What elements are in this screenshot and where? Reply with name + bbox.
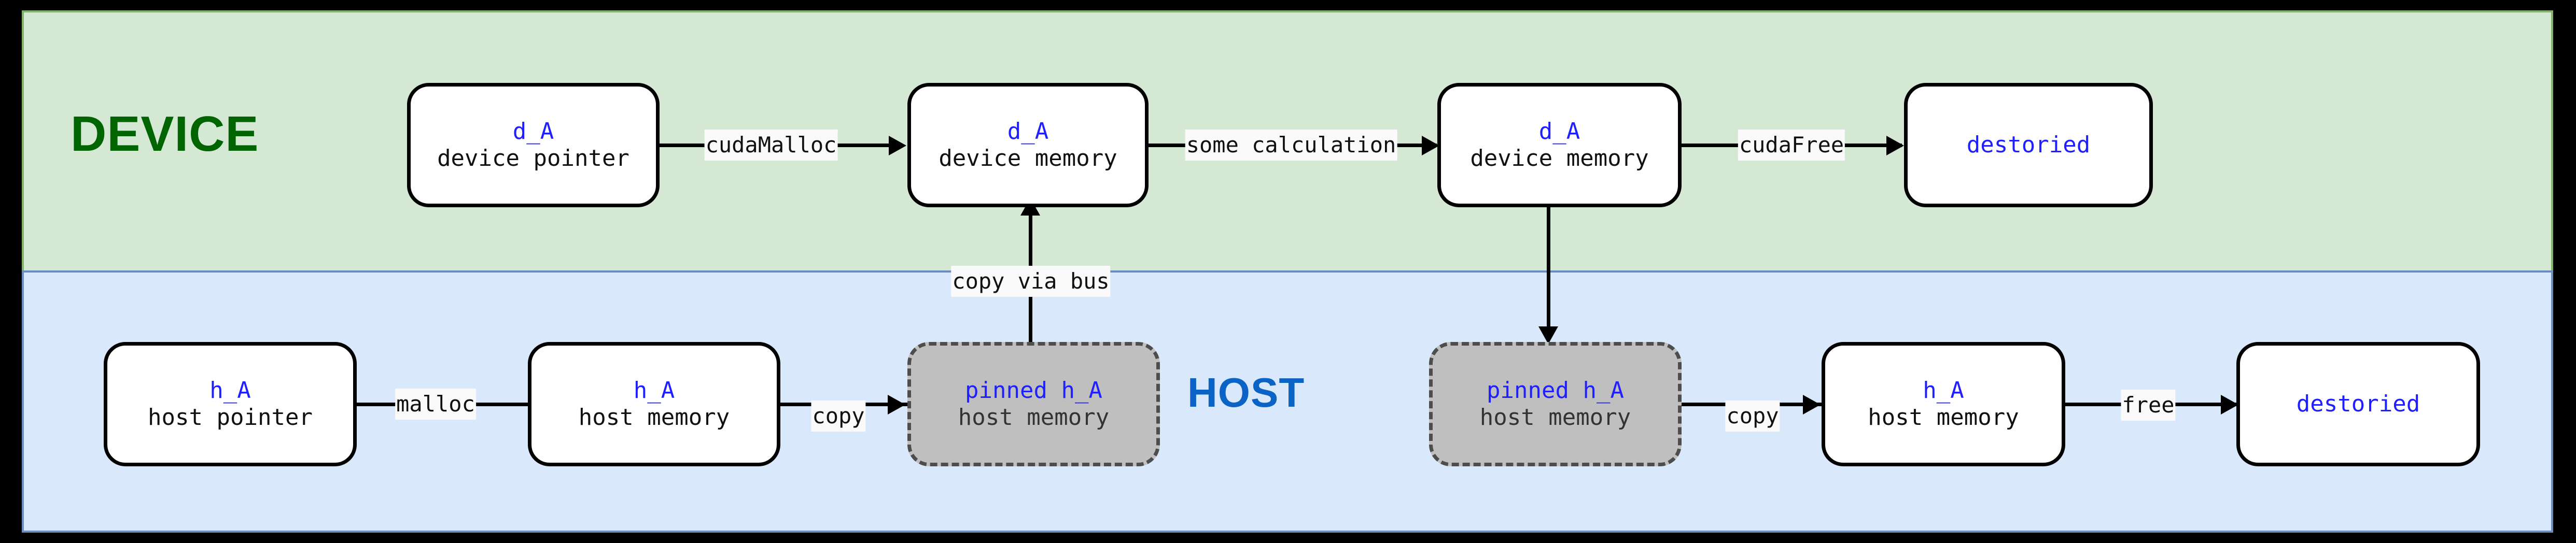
edge-cudafree-arrowhead [1886, 136, 1904, 155]
edge-label-cudafree: cudaFree [1738, 129, 1845, 161]
edge-label-copy-via-bus: copy via bus [951, 265, 1111, 297]
edge-some-calculation-arrowhead [1422, 136, 1439, 155]
edge-label-copy-to-pinned: copy [811, 400, 866, 432]
node-description-label: host memory [958, 404, 1110, 431]
device-cluster-title: DEVICE [71, 106, 259, 162]
edge-label-free: free [2121, 389, 2176, 421]
node-device-memory-1[interactable]: d_A device memory [907, 83, 1149, 207]
node-variable-label: h_A [209, 377, 251, 404]
node-description-label: host memory [578, 404, 730, 431]
node-variable-label: h_A [633, 377, 675, 404]
node-host-memory-2[interactable]: h_A host memory [1822, 342, 2065, 466]
node-device-memory-2[interactable]: d_A device memory [1437, 83, 1682, 207]
node-variable-label: pinned h_A [965, 377, 1102, 404]
node-variable-label: pinned h_A [1487, 377, 1624, 404]
node-host-memory-1[interactable]: h_A host memory [528, 342, 780, 466]
edge-device-to-pinned-line [1547, 206, 1550, 331]
node-variable-label: d_A [1538, 118, 1580, 145]
node-description-label: host pointer [148, 404, 313, 431]
edge-copy-to-pinned-arrowhead [888, 395, 905, 415]
diagram-canvas: DEVICE HOST d_A device pointer d_A devic… [0, 0, 2576, 543]
node-description-label: device memory [939, 145, 1117, 172]
edge-copy-from-pinned-arrowhead [1803, 395, 1821, 415]
edge-label-copy-from-pinned: copy [1725, 400, 1780, 432]
node-variable-label: d_A [512, 118, 554, 145]
edge-cudamalloc-arrowhead [889, 136, 906, 155]
node-host-destroyed[interactable]: destoried [2236, 342, 2480, 466]
node-pinned-host-memory-1[interactable]: pinned h_A host memory [907, 342, 1160, 466]
node-description-label: host memory [1479, 404, 1631, 431]
edge-device-to-pinned-arrowhead [1538, 326, 1558, 344]
node-variable-label: destoried [1966, 132, 2091, 159]
node-pinned-host-memory-2[interactable]: pinned h_A host memory [1429, 342, 1682, 466]
node-variable-label: destoried [2296, 391, 2420, 418]
edge-label-cudamalloc: cudaMalloc [704, 129, 838, 161]
node-description-label: device pointer [437, 145, 629, 172]
node-description-label: device memory [1470, 145, 1649, 172]
host-cluster-title: HOST [1187, 369, 1305, 416]
node-variable-label: d_A [1007, 118, 1049, 145]
edge-label-some-calculation: some calculation [1185, 129, 1397, 161]
node-device-pointer[interactable]: d_A device pointer [407, 83, 660, 207]
node-device-destroyed[interactable]: destoried [1904, 83, 2153, 207]
edge-label-malloc: malloc [395, 388, 476, 420]
edge-free-arrowhead [2221, 395, 2238, 415]
node-variable-label: h_A [1923, 377, 1964, 404]
node-description-label: host memory [1868, 404, 2019, 431]
node-host-pointer[interactable]: h_A host pointer [104, 342, 357, 466]
